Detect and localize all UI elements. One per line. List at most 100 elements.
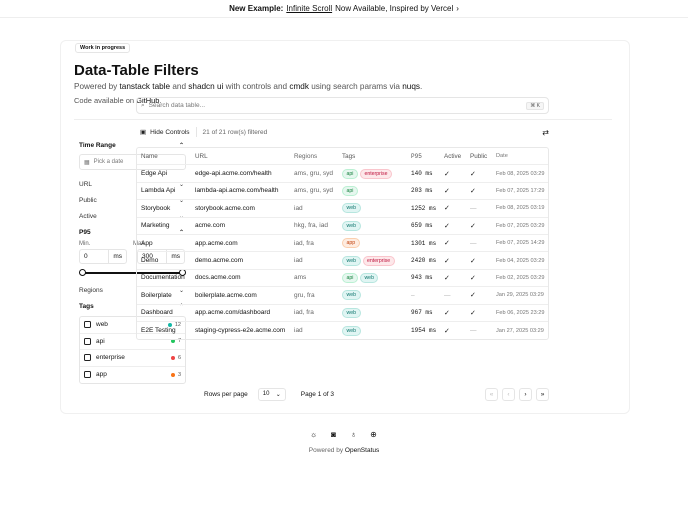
cmdk-link[interactable]: cmdk	[289, 82, 309, 91]
checkbox[interactable]	[84, 354, 91, 362]
twitter-icon[interactable]: ♁	[349, 430, 358, 439]
column-header[interactable]: Regions	[290, 153, 338, 160]
last-page-button[interactable]: »	[536, 387, 549, 401]
cell-tags: web	[338, 290, 407, 301]
column-header[interactable]: Public	[466, 153, 492, 160]
prev-page-button[interactable]: ‹	[502, 387, 515, 401]
table-row[interactable]: Boilerplate boilerplate.acme.com gru, fra w…	[137, 287, 548, 305]
cell-p95: 943 ms	[411, 274, 433, 282]
divider	[195, 127, 197, 137]
cell-date: Feb 07, 2025 17:29	[496, 187, 545, 194]
tanstack-link[interactable]: tanstack table	[120, 82, 171, 91]
p95-min-input[interactable]: 0 ms	[79, 249, 127, 264]
cell-date: Feb 08, 2025 03:19	[496, 205, 545, 212]
openstatus-link[interactable]: OpenStatus	[345, 447, 379, 454]
first-page-button[interactable]: «	[485, 387, 498, 401]
cell-url: acme.com	[195, 222, 225, 230]
cell-name: Edge Api	[141, 170, 168, 178]
nuqs-link[interactable]: nuqs	[402, 82, 420, 91]
cell-url: app.acme.com/dashboard	[195, 309, 271, 317]
cell-date: Feb 07, 2025 14:29	[496, 240, 545, 247]
cell-regions: iad	[294, 257, 303, 265]
table-row[interactable]: Documentation docs.acme.com ams api web 943 m…	[137, 270, 548, 288]
cell-tags: api enterprise	[338, 168, 407, 179]
next-page-button[interactable]: ›	[519, 387, 532, 401]
slider-thumb-min[interactable]	[79, 269, 86, 276]
table-row[interactable]: Storybook storybook.acme.com iad web 1252 ms…	[137, 200, 548, 218]
cell-public: —	[466, 205, 492, 212]
check-icon: ✓	[444, 327, 450, 335]
table-row[interactable]: Lambda Api lambda-api.acme.com/health ams,…	[137, 183, 548, 201]
column-header[interactable]: Name	[137, 153, 191, 160]
announcement-banner[interactable]: New Example: Infinite Scroll Now Availab…	[0, 0, 688, 18]
tag-filter-app[interactable]: app 3	[80, 367, 185, 384]
check-icon: ✓	[470, 187, 476, 195]
cell-tags: api web	[338, 272, 407, 283]
tag-count: 3	[177, 371, 181, 378]
cell-active: ✓	[440, 170, 466, 178]
table-row[interactable]: Demo demo.acme.com iad web enterprise 2420 ms…	[137, 252, 548, 270]
sun-icon[interactable]: ☼	[309, 430, 318, 439]
footer-credit: Powered by OpenStatus	[0, 447, 688, 454]
view-options-icon[interactable]: ⇄	[542, 128, 549, 137]
table-row[interactable]: Dashboard app.acme.com/dashboard iad, fra w…	[137, 305, 548, 322]
cell-regions: iad	[294, 204, 303, 212]
cell-regions: ams, gru, syd	[294, 187, 334, 195]
table-row[interactable]: E2E Testing staging-cypress-e2e.acme.com i…	[137, 322, 548, 339]
tag-badge: app	[342, 238, 360, 249]
banner-link[interactable]: Infinite Scroll	[286, 4, 332, 13]
globe-icon[interactable]: ⊕	[369, 430, 378, 439]
page-size-select[interactable]: 10 ⌄	[257, 387, 286, 401]
cell-p95: —	[411, 291, 415, 299]
checkbox[interactable]	[84, 337, 91, 345]
cell-active: ✓	[440, 204, 466, 212]
table-row[interactable]: Edge Api edge-api.acme.com/health ams, gru…	[137, 165, 548, 183]
shadcn-link[interactable]: shadcn ui	[188, 82, 223, 91]
tag-badge: api	[342, 185, 358, 196]
min-value: 0	[84, 253, 88, 260]
page-subtitle: Powered by tanstack table and shadcn ui …	[74, 82, 422, 91]
cell-name: Lambda Api	[141, 187, 176, 195]
tag-color-dot	[170, 372, 175, 377]
cell-tags: web	[338, 220, 407, 231]
section-label: Time Range	[79, 141, 116, 149]
column-header[interactable]: URL	[191, 153, 290, 160]
cell-public: —	[466, 240, 492, 247]
tag-filter-enterprise[interactable]: enterprise 6	[80, 350, 185, 367]
checkbox[interactable]	[84, 321, 91, 329]
cell-p95: 140 ms	[411, 170, 433, 178]
status-badge: Work in progress	[75, 43, 131, 53]
section-label: URL	[79, 180, 93, 188]
cell-date: Feb 06, 2025 23:29	[496, 309, 545, 316]
cell-public: ✓	[466, 291, 492, 299]
footer-icons: ☼ ◙ ♁ ⊕	[309, 430, 378, 439]
checkbox[interactable]	[84, 371, 91, 379]
cell-date: Feb 08, 2025 03:29	[496, 170, 545, 177]
column-header[interactable]: P95	[407, 153, 440, 160]
cell-date: Jan 27, 2025 03:29	[496, 327, 544, 334]
column-header[interactable]: Tags	[338, 153, 407, 160]
cell-active: ✓	[440, 257, 466, 265]
hide-controls-button[interactable]: ▣ Hide Controls	[140, 128, 190, 137]
cell-url: staging-cypress-e2e.acme.com	[195, 327, 286, 335]
banner-suffix: Now Available, Inspired by Vercel	[335, 4, 454, 13]
check-icon: ✓	[444, 309, 450, 317]
cell-tags: app	[338, 238, 407, 249]
cell-regions: ams	[294, 274, 307, 282]
cell-active: ✓	[440, 222, 466, 230]
tag-badge: web	[342, 255, 361, 266]
table-row[interactable]: App app.acme.com iad, fra app 1301 ms ✓ — Feb 0…	[137, 235, 548, 253]
table-row[interactable]: Marketing acme.com hkg, fra, iad web 659 ms ✓…	[137, 218, 548, 235]
column-header[interactable]: Date	[492, 153, 548, 159]
subtitle-text: .	[420, 82, 423, 91]
tag-count: 6	[177, 354, 181, 361]
cell-public: ✓	[466, 274, 492, 282]
cell-p95: 2420 ms	[411, 257, 437, 265]
github-icon[interactable]: ◙	[329, 430, 338, 439]
column-header[interactable]: Active	[440, 153, 466, 160]
cell-tags: web	[338, 307, 407, 318]
search-input[interactable]: ⌕ Search data table... ⌘ K	[136, 97, 549, 114]
cell-name: E2E Testing	[141, 327, 176, 335]
tag-badge: enterprise	[362, 255, 395, 266]
cell-tags: web	[338, 325, 407, 336]
